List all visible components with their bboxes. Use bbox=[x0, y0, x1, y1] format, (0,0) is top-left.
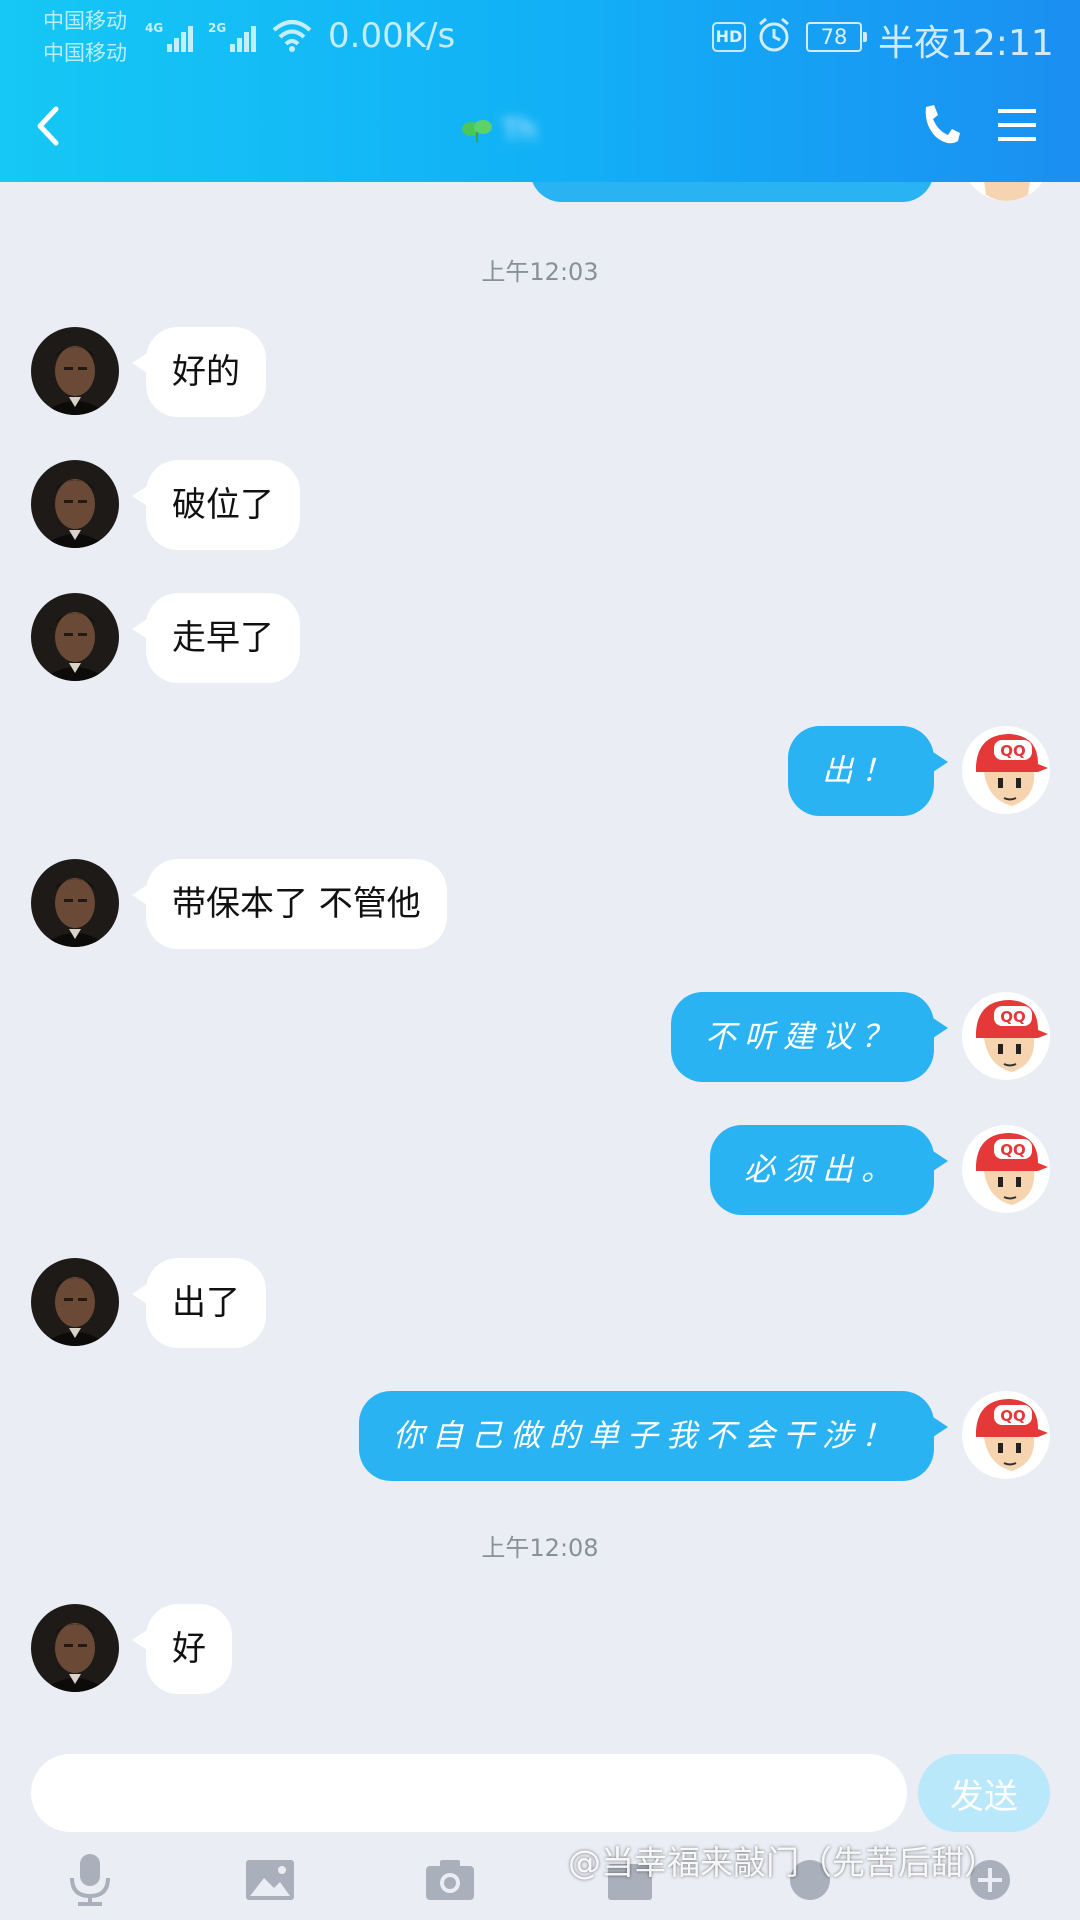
avatar-contact[interactable] bbox=[31, 1258, 119, 1346]
qq-cap-avatar-icon: QQ bbox=[962, 1391, 1050, 1479]
avatar-me[interactable]: QQ bbox=[962, 992, 1050, 1080]
status-bar: 中国移动 中国移动 4G 2G 0.00K/s HD 78 半夜12:11 bbox=[0, 0, 1080, 75]
microphone-icon bbox=[70, 1854, 110, 1906]
sprout-icon bbox=[462, 120, 492, 142]
timestamp: 上午12:03 bbox=[481, 258, 599, 286]
chevron-left-icon[interactable] bbox=[30, 101, 66, 151]
message-bubble-incoming[interactable]: 好的 bbox=[132, 327, 266, 417]
message-bubble-outgoing[interactable]: 出！ bbox=[788, 726, 948, 816]
hd-badge: HD bbox=[712, 22, 746, 52]
message-bubble-incoming[interactable]: 出了 bbox=[132, 1258, 266, 1348]
qq-cap-avatar-icon: QQ bbox=[962, 992, 1050, 1080]
network-speed: 0.00K/s bbox=[328, 16, 456, 56]
qq-cap-avatar-icon: QQ bbox=[962, 726, 1050, 814]
message-bubble-incoming[interactable]: 破位了 bbox=[132, 460, 300, 550]
svg-text:QQ: QQ bbox=[1000, 1008, 1026, 1026]
wifi-icon bbox=[272, 20, 312, 52]
camera-button[interactable] bbox=[420, 1850, 480, 1910]
battery-indicator: 78 bbox=[806, 22, 867, 52]
carrier-label: 中国移动 bbox=[43, 9, 127, 33]
contact-portrait-icon bbox=[31, 593, 119, 681]
svg-text:QQ: QQ bbox=[1000, 1141, 1026, 1159]
signal-4g-icon: 4G bbox=[145, 21, 193, 52]
timestamp: 上午12:08 bbox=[481, 1534, 599, 1562]
message-bubble-incoming[interactable]: 带保本了 不管他 bbox=[132, 859, 447, 949]
contact-name-obscured: Th bbox=[502, 112, 537, 146]
avatar-contact[interactable] bbox=[31, 327, 119, 415]
contact-portrait-icon bbox=[31, 327, 119, 415]
status-time: 半夜12:11 bbox=[878, 23, 1054, 64]
avatar-contact[interactable] bbox=[31, 859, 119, 947]
contact-portrait-icon bbox=[31, 1604, 119, 1692]
chat-title[interactable]: Th bbox=[460, 107, 537, 151]
message-input[interactable] bbox=[31, 1754, 907, 1832]
chat-header: 中国移动 中国移动 4G 2G 0.00K/s HD 78 半夜12:11 Th bbox=[0, 0, 1080, 182]
contact-portrait-icon bbox=[31, 460, 119, 548]
image-button[interactable] bbox=[240, 1850, 300, 1910]
message-bubble-outgoing[interactable]: 必须出。 bbox=[710, 1125, 948, 1215]
contact-portrait-icon bbox=[31, 1258, 119, 1346]
message-bubble-incoming[interactable]: 走早了 bbox=[132, 593, 300, 683]
menu-icon[interactable] bbox=[996, 105, 1038, 145]
carrier-label: 中国移动 bbox=[43, 41, 127, 65]
message-bubble-outgoing[interactable]: 你自己做的单子我不会干涉！ bbox=[359, 1391, 948, 1481]
avatar-contact[interactable] bbox=[31, 1604, 119, 1692]
avatar-me[interactable]: QQ bbox=[962, 1125, 1050, 1213]
alarm-icon bbox=[759, 17, 789, 52]
contact-portrait-icon bbox=[31, 859, 119, 947]
camera-icon bbox=[426, 1860, 474, 1900]
phone-icon[interactable] bbox=[918, 101, 962, 149]
svg-text:QQ: QQ bbox=[1000, 1407, 1026, 1425]
avatar-me[interactable]: QQ bbox=[962, 1391, 1050, 1479]
svg-text:4G: 4G bbox=[145, 21, 163, 35]
watermark-text: @当幸福来敲门（先苦后甜） bbox=[568, 1843, 997, 1882]
avatar-me[interactable]: QQ bbox=[962, 726, 1050, 814]
svg-text:2G: 2G bbox=[208, 21, 226, 35]
avatar-contact[interactable] bbox=[31, 460, 119, 548]
svg-text:QQ: QQ bbox=[1000, 742, 1026, 760]
nav-bar: Th bbox=[0, 75, 1080, 182]
input-area: 发送 bbox=[0, 1740, 1080, 1920]
message-bubble-incoming[interactable]: 好 bbox=[132, 1604, 232, 1694]
send-button[interactable]: 发送 bbox=[918, 1754, 1050, 1832]
chat-area[interactable]: 上午12:03 好的 破位了 走早了 出！ QQ 带保本了 不管他 不听建议？ … bbox=[0, 0, 1080, 1740]
avatar-contact[interactable] bbox=[31, 593, 119, 681]
qq-cap-avatar-icon: QQ bbox=[962, 1125, 1050, 1213]
message-bubble-outgoing[interactable]: 不听建议？ bbox=[671, 992, 948, 1082]
voice-button[interactable] bbox=[60, 1850, 120, 1910]
signal-2g-icon: 2G bbox=[208, 21, 256, 52]
image-icon bbox=[246, 1860, 294, 1900]
